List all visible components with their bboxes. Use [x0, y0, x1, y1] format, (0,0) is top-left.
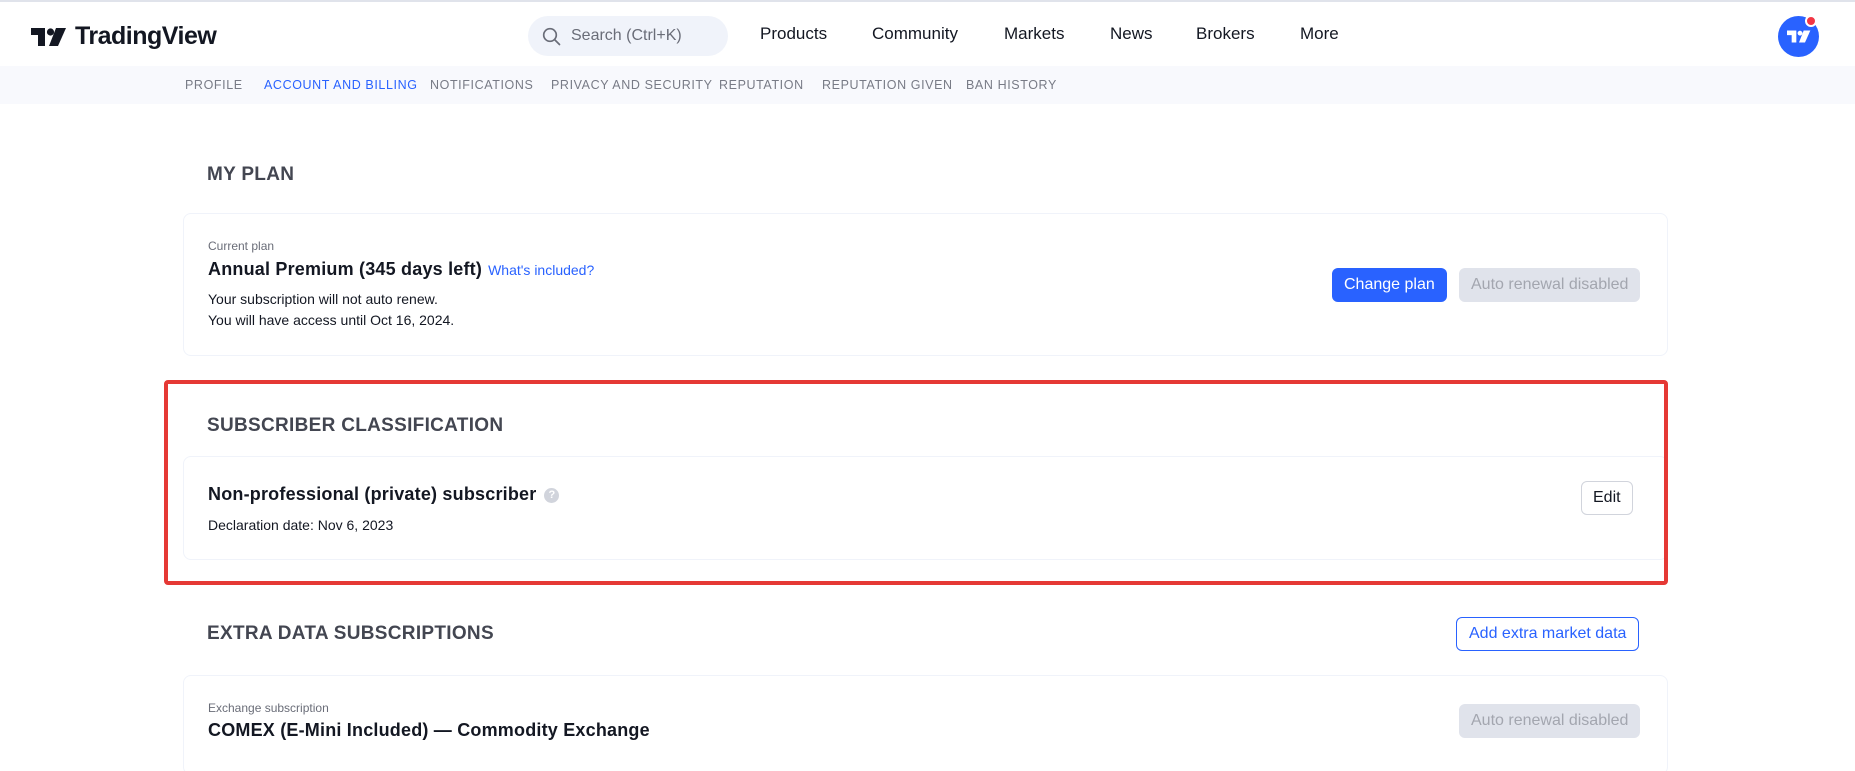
brand-name: TradingView: [75, 22, 217, 50]
access-until-note: You will have access until Oct 16, 2024.: [208, 312, 455, 328]
extra-data-title: EXTRA DATA SUBSCRIPTIONS: [207, 623, 494, 644]
tab-reputation[interactable]: REPUTATION: [719, 78, 804, 92]
search-icon: [542, 27, 561, 45]
auto-renewal-disabled-button: Auto renewal disabled: [1459, 268, 1641, 302]
nav-news[interactable]: News: [1110, 24, 1153, 44]
tab-privacy-and-security[interactable]: PRIVACY AND SECURITY: [551, 78, 713, 92]
extra-auto-renewal-disabled-button: Auto renewal disabled: [1459, 704, 1641, 738]
my-plan-title: MY PLAN: [207, 164, 295, 185]
nav-more[interactable]: More: [1300, 24, 1339, 44]
search-box[interactable]: [528, 16, 728, 56]
notification-dot: [1805, 15, 1817, 27]
tab-ban-history[interactable]: BAN HISTORY: [966, 78, 1057, 92]
highlight-box: [164, 380, 1668, 585]
tradingview-avatar-icon: [1786, 30, 1810, 43]
plan-name-row: Annual Premium (345 days left) What's inc…: [208, 259, 594, 280]
my-plan-card: Current plan Annual Premium (345 days le…: [183, 213, 1668, 356]
top-header: TradingView Products Community Markets N…: [0, 0, 1855, 66]
tab-account-and-billing[interactable]: ACCOUNT AND BILLING: [264, 78, 418, 92]
brand-logo[interactable]: TradingView: [31, 22, 217, 51]
nav-community[interactable]: Community: [872, 24, 958, 44]
tab-profile[interactable]: PROFILE: [185, 78, 243, 92]
tab-notifications[interactable]: NOTIFICATIONS: [430, 78, 533, 92]
plan-name: Annual Premium (345 days left): [208, 259, 483, 279]
exchange-subscription-name: COMEX (E-Mini Included) — Commodity Exch…: [208, 720, 650, 740]
auto-renew-note: Your subscription will not auto renew.: [208, 291, 438, 307]
exchange-subscription-label: Exchange subscription: [208, 701, 329, 715]
extra-data-card: Exchange subscription COMEX (E-Mini Incl…: [183, 675, 1668, 771]
nav-markets[interactable]: Markets: [1004, 24, 1064, 44]
tab-reputation-given[interactable]: REPUTATION GIVEN: [822, 78, 953, 92]
current-plan-label: Current plan: [208, 239, 275, 253]
change-plan-button[interactable]: Change plan: [1332, 268, 1447, 302]
nav-brokers[interactable]: Brokers: [1196, 24, 1255, 44]
account-tabs: PROFILE ACCOUNT AND BILLING NOTIFICATION…: [0, 66, 1855, 104]
nav-products[interactable]: Products: [760, 24, 827, 44]
tradingview-logo-icon: [31, 27, 66, 46]
whats-included-link[interactable]: What's included?: [488, 262, 594, 278]
add-extra-market-data-button[interactable]: Add extra market data: [1456, 617, 1640, 651]
search-input[interactable]: [571, 27, 721, 45]
